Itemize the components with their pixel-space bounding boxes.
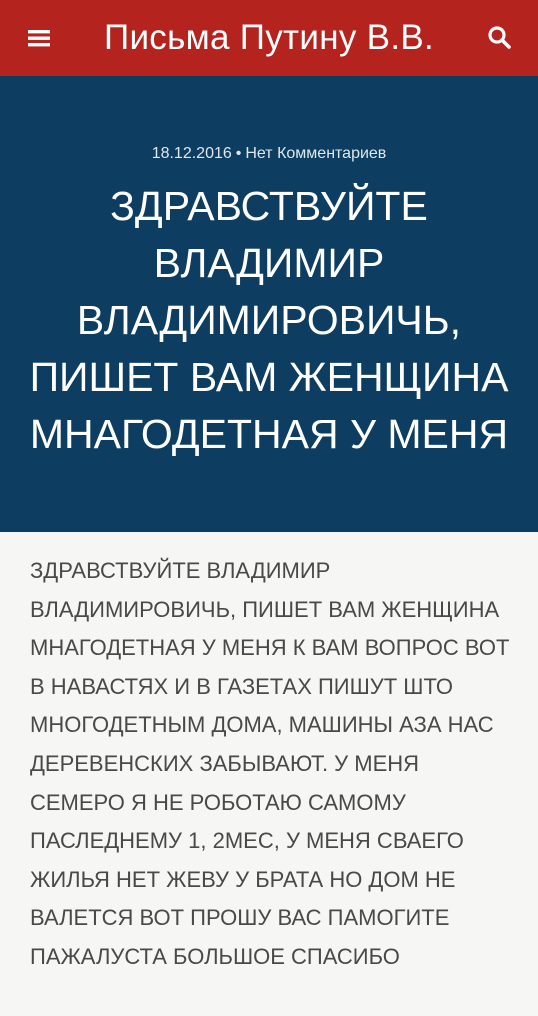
post-title: ЗДРАВСТВУЙТЕ ВЛАДИМИР ВЛАДИМИРОВИЧЬ, ПИШ…: [29, 183, 509, 457]
top-app-bar: Письма Путину В.В.: [0, 0, 538, 76]
post-content: ЗДРАВСТВУЙТЕ ВЛАДИМИР ВЛАДИМИРОВИЧЬ, ПИШ…: [0, 532, 538, 1016]
post-date: 18.12.2016: [151, 145, 232, 162]
comments-link[interactable]: Нет Комментариев: [245, 145, 386, 162]
search-button[interactable]: [486, 24, 514, 52]
post-meta: 18.12.2016 • Нет Комментариев: [0, 144, 538, 164]
menu-button[interactable]: [20, 26, 58, 50]
site-title[interactable]: Письма Путину В.В.: [104, 18, 434, 58]
meta-separator: •: [235, 145, 242, 162]
hamburger-menu-icon: [28, 30, 50, 47]
search-icon: [488, 26, 511, 49]
post-body: ЗДРАВСТВУЙТЕ ВЛАДИМИР ВЛАДИМИРОВИЧЬ, ПИШ…: [30, 558, 510, 969]
post-hero: 18.12.2016 • Нет Комментариев ЗДРАВСТВУЙТЕ…: [0, 76, 538, 532]
